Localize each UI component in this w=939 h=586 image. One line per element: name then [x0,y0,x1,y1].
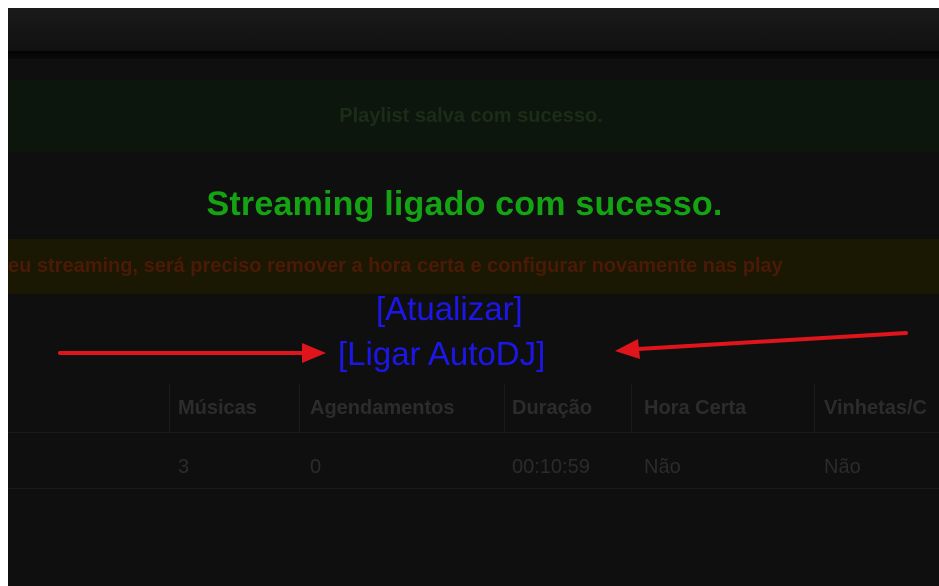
left-arrow-icon [58,343,326,363]
screenshot-stage: Playlist salva com sucesso. Streaming li… [8,8,939,586]
right-arrow-icon [615,331,908,359]
annotation-arrows [58,331,908,363]
